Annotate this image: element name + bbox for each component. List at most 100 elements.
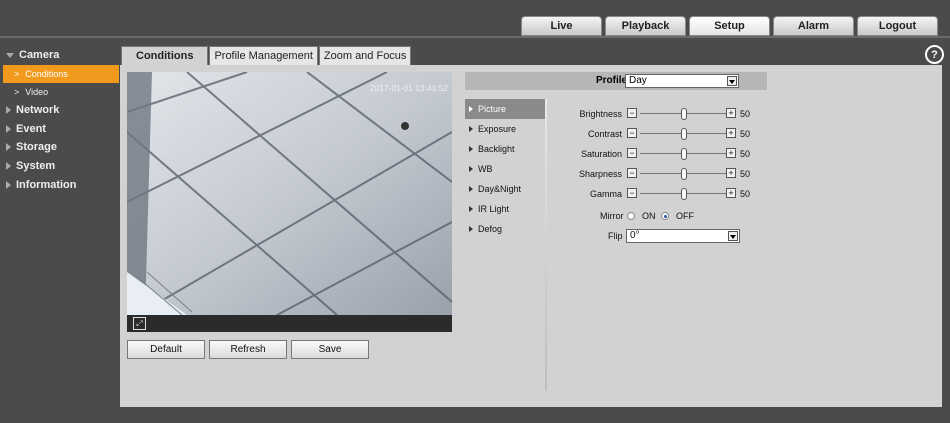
menu-item-label: Picture <box>478 104 507 114</box>
menu-item-day-night[interactable]: Day&Night <box>465 179 545 199</box>
nav-logout[interactable]: Logout <box>857 16 938 36</box>
sidebar-item-label: Storage <box>16 141 57 154</box>
caret-right-icon <box>469 186 473 192</box>
profile-select-value: Day <box>629 75 647 86</box>
menu-item-picture[interactable]: Picture <box>465 99 545 119</box>
plus-icon[interactable]: + <box>726 188 736 198</box>
menu-divider <box>545 99 547 391</box>
menu-item-wb[interactable]: WB <box>465 159 545 179</box>
flip-select-value: 0° <box>630 230 640 241</box>
contrast-row: Contrast − + 50 <box>560 127 760 141</box>
settings-menu: Picture Exposure Backlight WB Day&Night … <box>465 99 545 239</box>
refresh-button[interactable]: Refresh <box>209 340 287 359</box>
plus-icon[interactable]: + <box>726 148 736 158</box>
sidebar-item-label: Event <box>16 122 46 135</box>
slider-value: 50 <box>740 149 751 159</box>
default-button[interactable]: Default <box>127 340 205 359</box>
flip-select[interactable]: 0° <box>626 229 740 243</box>
tab-profile-management[interactable]: Profile Management <box>209 46 318 65</box>
mirror-on-radio[interactable] <box>627 212 635 220</box>
caret-right-icon <box>6 106 11 115</box>
menu-item-label: WB <box>478 164 493 174</box>
sidebar-item-label: Camera <box>19 49 60 62</box>
slider-value: 50 <box>740 109 751 119</box>
menu-item-ir-light[interactable]: IR Light <box>465 199 545 219</box>
sidebar-item-system[interactable]: System <box>0 157 120 176</box>
nav-playback[interactable]: Playback <box>605 16 686 36</box>
slider-thumb[interactable] <box>681 188 687 200</box>
menu-item-label: Defog <box>478 224 503 234</box>
video-preview: 2017-01-01 13:41:52 ⤢ <box>127 72 452 332</box>
minus-icon[interactable]: − <box>627 168 637 178</box>
menu-item-label: Exposure <box>478 124 517 134</box>
profile-select[interactable]: Day <box>625 74 739 88</box>
menu-item-label: Backlight <box>478 144 515 154</box>
slider-thumb[interactable] <box>681 168 687 180</box>
nav-setup[interactable]: Setup <box>689 16 770 36</box>
menu-item-label: Day&Night <box>478 184 522 194</box>
sidebar-item-conditions[interactable]: > Conditions <box>3 64 119 83</box>
fullscreen-icon[interactable]: ⤢ <box>133 317 146 330</box>
sharpness-row: Sharpness − + 50 <box>560 167 760 181</box>
caret-right-icon <box>6 162 11 171</box>
nav-live[interactable]: Live <box>521 16 602 36</box>
help-icon[interactable]: ? <box>925 45 944 64</box>
slider-label: Brightness <box>579 109 622 119</box>
mirror-row: Mirror ON OFF <box>560 209 760 223</box>
slider-value: 50 <box>740 169 751 179</box>
dropdown-arrow-icon <box>728 231 738 241</box>
slider-label: Sharpness <box>578 169 622 179</box>
minus-icon[interactable]: − <box>627 148 637 158</box>
caret-right-icon <box>6 143 11 152</box>
sidebar: Camera > Conditions > Video Network Even… <box>0 46 120 194</box>
sidebar-item-label: Conditions <box>25 68 68 79</box>
gamma-row: Gamma − + 50 <box>560 187 760 201</box>
sidebar-item-label: Video <box>25 86 49 97</box>
tab-zoom-and-focus[interactable]: Zoom and Focus <box>318 46 412 65</box>
sidebar-item-video[interactable]: > Video <box>0 83 120 101</box>
brightness-row: Brightness − + 50 <box>560 107 760 121</box>
menu-item-defog[interactable]: Defog <box>465 219 545 239</box>
top-nav: Live Playback Setup Alarm Logout <box>521 16 938 36</box>
minus-icon[interactable]: − <box>627 128 637 138</box>
sidebar-item-label: Network <box>16 104 60 117</box>
mirror-off-radio[interactable] <box>661 212 669 220</box>
caret-right-icon <box>469 106 473 112</box>
plus-icon[interactable]: + <box>726 108 736 118</box>
slider-thumb[interactable] <box>681 108 687 120</box>
mirror-label: Mirror <box>600 211 624 221</box>
sidebar-item-label: System <box>16 160 56 173</box>
sidebar-item-event[interactable]: Event <box>0 119 120 138</box>
sidebar-item-information[interactable]: Information <box>0 175 120 194</box>
chevron-right-icon: > <box>14 86 20 97</box>
sidebar-item-storage[interactable]: Storage <box>0 138 120 157</box>
plus-icon[interactable]: + <box>726 128 736 138</box>
mirror-off-label: OFF <box>676 211 694 221</box>
menu-item-backlight[interactable]: Backlight <box>465 139 545 159</box>
slider-label: Gamma <box>589 189 622 199</box>
menu-item-exposure[interactable]: Exposure <box>465 119 545 139</box>
dropdown-arrow-icon <box>727 76 737 86</box>
slider-thumb[interactable] <box>681 148 687 160</box>
video-toolbar: ⤢ <box>127 315 452 332</box>
sidebar-item-network[interactable]: Network <box>0 101 120 120</box>
mirror-on-label: ON <box>642 211 656 221</box>
topbar-divider <box>0 36 950 38</box>
caret-down-icon <box>6 52 14 58</box>
minus-icon[interactable]: − <box>627 108 637 118</box>
caret-right-icon <box>469 126 473 132</box>
action-buttons: Default Refresh Save <box>127 340 369 359</box>
nav-alarm[interactable]: Alarm <box>773 16 854 36</box>
sidebar-item-camera[interactable]: Camera <box>0 46 120 65</box>
caret-right-icon <box>469 146 473 152</box>
slider-value: 50 <box>740 189 751 199</box>
tab-conditions[interactable]: Conditions <box>121 46 209 65</box>
save-button[interactable]: Save <box>291 340 369 359</box>
chevron-right-icon: > <box>14 68 20 79</box>
menu-item-label: IR Light <box>478 204 510 214</box>
minus-icon[interactable]: − <box>627 188 637 198</box>
plus-icon[interactable]: + <box>726 168 736 178</box>
caret-right-icon <box>469 206 473 212</box>
slider-thumb[interactable] <box>681 128 687 140</box>
slider-label: Contrast <box>587 129 622 139</box>
